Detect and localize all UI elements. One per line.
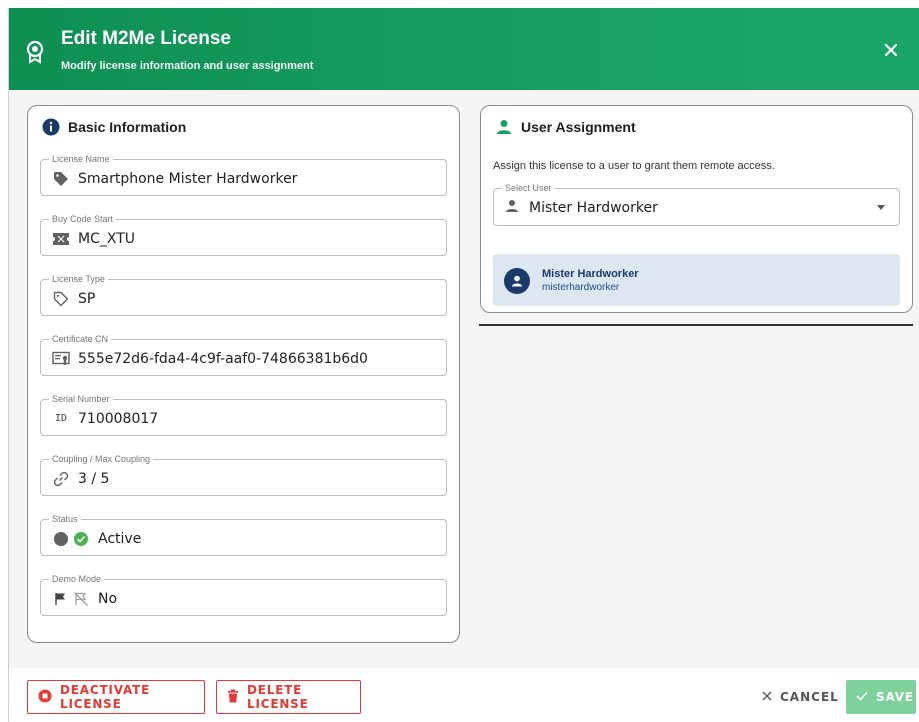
- license-type-value: SP: [78, 290, 96, 307]
- user-assignment-description: Assign this license to a user to grant t…: [493, 160, 775, 172]
- person-icon: [495, 118, 513, 136]
- selected-user-card: Mister Hardworker misterhardworker: [493, 254, 900, 306]
- check-icon: [856, 690, 868, 704]
- edit-license-dialog: Edit M2Me License Modify license informa…: [8, 8, 919, 722]
- certificate-cn-value: 555e72d6-fda4-4c9f-aaf0-74866381b6d0: [78, 350, 368, 367]
- dialog-subtitle: Modify license information and user assi…: [61, 60, 314, 72]
- chevron-down-icon[interactable]: [877, 205, 885, 210]
- certificate-cn-field[interactable]: Certificate CN 555e72d6-fda4-4c9f-aaf0-7…: [40, 333, 447, 376]
- buy-code-start-field[interactable]: Buy Code Start MC_XTU: [40, 213, 447, 256]
- status-dot-icon: [52, 530, 70, 548]
- dialog-title: Edit M2Me License: [61, 28, 231, 49]
- flag-off-icon: [72, 590, 90, 608]
- dialog-header: Edit M2Me License Modify license informa…: [9, 8, 919, 90]
- dialog-footer: DEACTIVATE LICENSE DELETE LICENSE CANCEL…: [9, 668, 919, 722]
- close-icon[interactable]: [882, 41, 900, 59]
- deactivate-license-label: DEACTIVATE LICENSE: [60, 683, 151, 711]
- basic-information-heading: Basic Information: [42, 118, 186, 136]
- serial-number-field[interactable]: Serial Number ID 710008017: [40, 393, 447, 436]
- user-assignment-title: User Assignment: [521, 119, 636, 135]
- avatar: [504, 268, 530, 294]
- cancel-button[interactable]: CANCEL: [752, 680, 842, 714]
- id-icon: ID: [54, 413, 68, 424]
- select-user-dropdown[interactable]: Select User Mister Hardworker: [493, 182, 900, 226]
- stop-circle-icon: [38, 689, 52, 706]
- selected-user-name: Mister Hardworker: [542, 268, 639, 280]
- status-field[interactable]: Status Active: [40, 513, 447, 556]
- status-value: Active: [98, 530, 142, 547]
- basic-information-card: Basic Information License Name Smartphon…: [27, 105, 460, 643]
- flag-icon: [52, 590, 70, 608]
- serial-number-value: 710008017: [78, 410, 159, 427]
- basic-information-title: Basic Information: [68, 119, 187, 135]
- coupling-value: 3 / 5: [78, 470, 110, 487]
- trash-icon: [227, 689, 239, 706]
- info-icon: [42, 118, 60, 136]
- selected-user-login: misterhardworker: [542, 282, 620, 293]
- demo-mode-value: No: [98, 590, 118, 607]
- link-icon: [52, 470, 70, 488]
- delete-license-button[interactable]: DELETE LICENSE: [216, 680, 361, 714]
- tag-icon: [52, 170, 70, 188]
- close-icon: [762, 690, 772, 704]
- section-divider: [479, 324, 913, 326]
- buy-code-start-value: MC_XTU: [78, 230, 135, 247]
- coupling-field[interactable]: Coupling / Max Coupling 3 / 5: [40, 453, 447, 496]
- license-type-field[interactable]: License Type SP: [40, 273, 447, 316]
- cancel-label: CANCEL: [780, 690, 839, 704]
- user-assignment-card: User Assignment Assign this license to a…: [480, 105, 913, 313]
- user-assignment-heading: User Assignment: [495, 118, 636, 136]
- license-name-value: Smartphone Mister Hardworker: [78, 170, 298, 187]
- ticket-icon: [52, 230, 70, 248]
- save-button[interactable]: SAVE: [846, 680, 916, 714]
- selected-user-value: Mister Hardworker: [529, 200, 658, 216]
- check-circle-icon: [72, 530, 90, 548]
- label-outline-icon: [52, 290, 70, 308]
- demo-mode-field[interactable]: Demo Mode No: [40, 573, 447, 616]
- person-icon: [505, 199, 519, 217]
- save-label: SAVE: [876, 690, 914, 704]
- delete-license-label: DELETE LICENSE: [247, 683, 309, 711]
- certificate-icon: [52, 350, 70, 368]
- award-icon: [25, 40, 45, 64]
- deactivate-license-button[interactable]: DEACTIVATE LICENSE: [27, 680, 205, 714]
- license-name-field[interactable]: License Name Smartphone Mister Hardworke…: [40, 153, 447, 196]
